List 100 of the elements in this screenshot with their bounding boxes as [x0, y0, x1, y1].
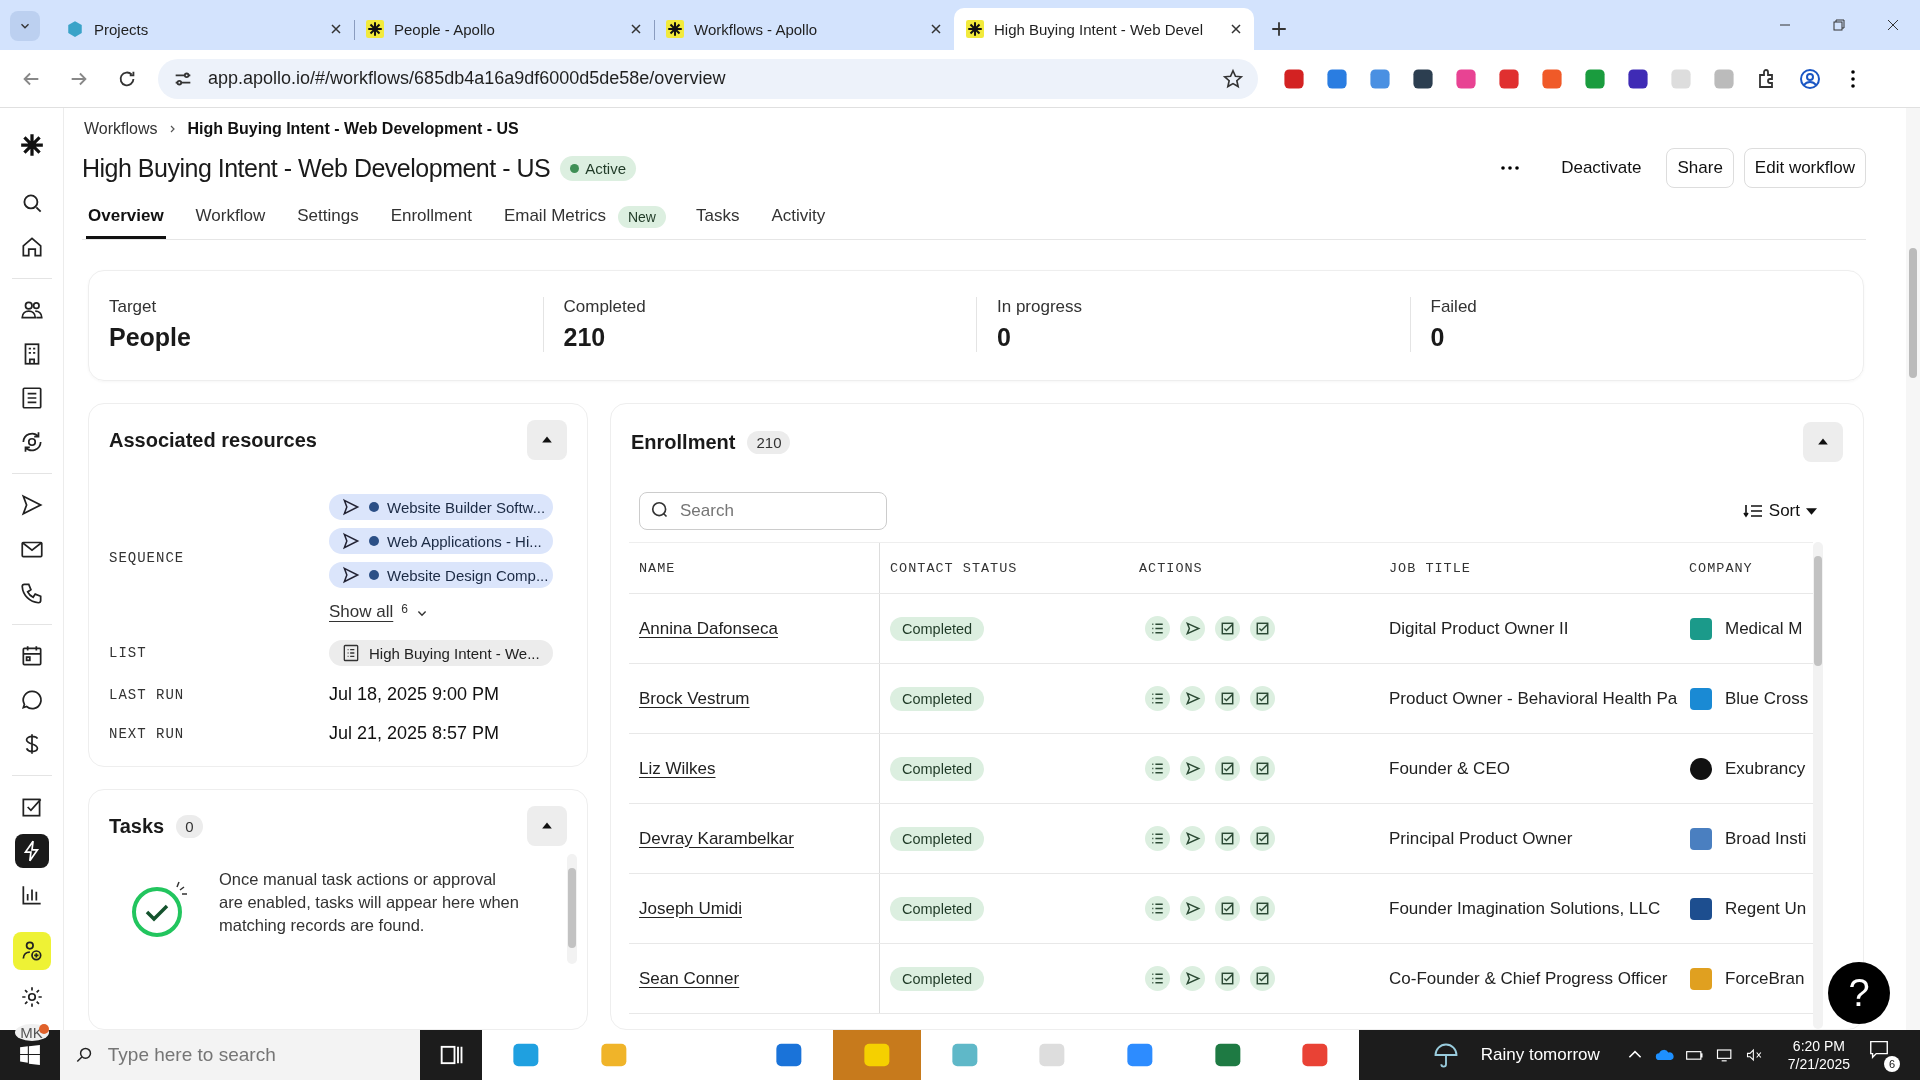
checkbox-icon[interactable] — [1250, 826, 1275, 851]
send-icon[interactable] — [1180, 616, 1205, 641]
list-icon[interactable] — [1145, 826, 1170, 851]
checkbox-icon[interactable] — [1215, 966, 1240, 991]
collapse-button[interactable] — [1803, 422, 1843, 462]
browser-tab[interactable]: High Buying Intent - Web Devel — [954, 8, 1254, 50]
browser-tab[interactable]: Workflows - Apollo — [654, 8, 954, 50]
clock-time[interactable]: 6:20 PM — [1792, 1038, 1845, 1054]
taskbar-search-field[interactable]: Type here to search — [107, 1038, 406, 1072]
scrollbar-thumb[interactable] — [1909, 248, 1917, 378]
send-icon[interactable] — [1180, 686, 1205, 711]
page-tab[interactable]: Overview — [86, 198, 166, 239]
share-button[interactable]: Share — [1666, 148, 1734, 188]
checkbox-icon[interactable] — [1250, 896, 1275, 921]
page-tab[interactable]: Email Metrics — [501, 198, 608, 239]
address-bar[interactable]: app.apollo.io/#/workflows/685db4a16a9df6000d5de58e/overview — [158, 58, 1258, 99]
send-icon[interactable] — [1180, 896, 1205, 921]
page-tab[interactable]: Workflow — [193, 198, 268, 239]
breadcrumb-link[interactable]: Workflows — [84, 120, 158, 138]
checkbox-icon[interactable] — [1250, 616, 1275, 641]
page-tab[interactable]: Settings — [295, 198, 361, 239]
stat-label: Failed — [1430, 297, 1478, 317]
scrollbar-thumb[interactable] — [568, 868, 576, 948]
company-name: Exubrancy — [1725, 758, 1806, 779]
taskbar-search-box[interactable]: Type here to search — [60, 1030, 420, 1080]
status-dot — [369, 502, 379, 512]
checkbox-icon[interactable] — [1250, 756, 1275, 781]
status-badge: Completed — [890, 966, 985, 991]
extension-icon[interactable] — [1411, 66, 1435, 91]
close-icon[interactable] — [630, 23, 642, 35]
page-tab[interactable]: Tasks — [693, 198, 742, 239]
scrollbar[interactable] — [1906, 108, 1920, 1030]
collapse-button[interactable] — [527, 806, 567, 846]
checkbox-icon[interactable] — [1250, 966, 1275, 991]
new-tab-icon[interactable] — [1270, 20, 1288, 38]
column-header: ACTIONS — [1138, 559, 1204, 578]
person-link[interactable]: Joseph Umidi — [639, 898, 742, 919]
restore-icon[interactable] — [1831, 17, 1847, 33]
field-label: NEXT RUN — [109, 725, 186, 742]
edit-workflow-button[interactable]: Edit workflow — [1743, 148, 1866, 188]
page-tab[interactable]: Activity — [769, 198, 828, 239]
person-link[interactable]: Devray Karambelkar — [639, 828, 794, 849]
list-icon[interactable] — [1145, 896, 1170, 921]
checkbox-icon[interactable] — [1215, 756, 1240, 781]
list-chip[interactable]: High Buying Intent - We... — [329, 640, 553, 666]
sequence-chip[interactable]: Website Design Comp... — [329, 562, 553, 588]
list-icon[interactable] — [1145, 756, 1170, 781]
person-link[interactable]: Sean Conner — [639, 968, 740, 989]
job-title: Digital Product Owner II — [1389, 618, 1569, 639]
notification-icon[interactable] — [1868, 1038, 1891, 1060]
browser-tab[interactable]: People - Apollo — [354, 8, 654, 50]
extension-icon[interactable] — [1282, 66, 1306, 91]
show-all-link[interactable]: Show all — [329, 602, 394, 622]
help-button[interactable]: ? — [1828, 962, 1890, 1024]
scrollbar-thumb[interactable] — [1814, 556, 1822, 666]
search-field[interactable]: Search — [680, 495, 876, 527]
checkbox-icon[interactable] — [1215, 896, 1240, 921]
weather-text[interactable]: Rainy tomorrow — [1480, 1045, 1600, 1065]
add-user-icon[interactable] — [12, 932, 51, 970]
checkbox-icon[interactable] — [1250, 686, 1275, 711]
asterisk-logo-icon — [666, 20, 684, 38]
search-box[interactable]: Search — [639, 492, 887, 530]
column-header: CONTACT STATUS — [879, 543, 1129, 593]
status-badge: Completed — [890, 896, 985, 921]
list-icon[interactable] — [1145, 686, 1170, 711]
browser-tab[interactable]: Projects — [54, 8, 354, 50]
extension-icon[interactable] — [1626, 66, 1650, 91]
taskbar-app-icon[interactable] — [1271, 1030, 1360, 1080]
scrollbar[interactable] — [567, 854, 577, 964]
sequence-chip[interactable]: Web Applications - Hi... — [329, 528, 553, 554]
stat-value: 0 — [997, 323, 1012, 352]
close-icon[interactable] — [1885, 17, 1901, 33]
list-icon[interactable] — [1145, 616, 1170, 641]
checkbox-icon[interactable] — [1215, 616, 1240, 641]
sort-button[interactable]: Sort — [1736, 500, 1823, 522]
checkbox-icon[interactable] — [1215, 686, 1240, 711]
person-link[interactable]: Liz Wilkes — [639, 758, 716, 779]
send-icon[interactable] — [1180, 826, 1205, 851]
profile-icon[interactable] — [1798, 66, 1822, 91]
scrollbar[interactable] — [1813, 542, 1823, 1029]
extension-icon[interactable] — [1497, 66, 1521, 91]
send-icon[interactable] — [1180, 966, 1205, 991]
star-icon[interactable] — [1222, 67, 1244, 90]
close-icon[interactable] — [1230, 23, 1242, 35]
person-link[interactable]: Annina Dafonseca — [639, 618, 778, 639]
collapse-button[interactable] — [527, 420, 567, 460]
company-name: Blue Cross — [1725, 688, 1809, 709]
person-link[interactable]: Brock Vestrum — [639, 688, 750, 709]
sequence-chip[interactable]: Website Builder Softw... — [329, 494, 553, 520]
page-tab[interactable]: Enrollment — [388, 198, 474, 239]
stat-value: People — [109, 323, 192, 352]
close-icon[interactable] — [330, 23, 342, 35]
clock-date[interactable]: 7/21/2025 — [1787, 1056, 1851, 1072]
stat-value: 210 — [563, 323, 607, 352]
lightning-icon[interactable] — [14, 834, 49, 868]
send-icon[interactable] — [1180, 756, 1205, 781]
checkbox-icon[interactable] — [1215, 826, 1240, 851]
taskbar-app-icon[interactable] — [745, 1030, 833, 1080]
list-icon[interactable] — [1145, 966, 1170, 991]
close-icon[interactable] — [930, 23, 942, 35]
